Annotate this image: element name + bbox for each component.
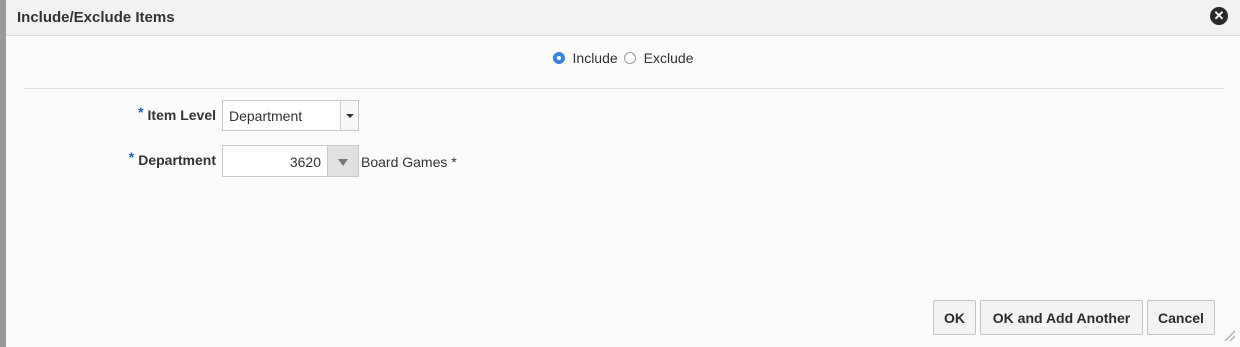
required-marker: * [138, 104, 144, 120]
dialog-title: Include/Exclude Items [17, 9, 175, 26]
department-label-text: Department [138, 152, 216, 168]
include-exclude-radio-group: Include Exclude [6, 48, 1240, 68]
item-level-label-text: Item Level [147, 107, 216, 123]
include-radio-option[interactable]: Include [552, 50, 618, 66]
close-icon[interactable]: ✕ [1210, 7, 1228, 25]
department-label: * Department [96, 149, 216, 168]
include-exclude-dialog: Include/Exclude Items ✕ Include Exclude … [6, 0, 1240, 347]
exclude-radio-option[interactable]: Exclude [623, 50, 694, 66]
department-description: Board Games * [361, 154, 457, 170]
exclude-radio-label: Exclude [643, 50, 694, 66]
item-level-select[interactable]: Department [222, 100, 359, 131]
chevron-down-icon[interactable] [340, 101, 358, 130]
required-marker: * [128, 149, 135, 165]
cancel-button[interactable]: Cancel [1147, 300, 1215, 335]
include-radio-label: Include [572, 50, 618, 66]
exclude-radio[interactable] [623, 52, 636, 64]
department-input[interactable]: 3620 [222, 145, 328, 177]
item-level-value: Department [229, 108, 303, 124]
include-radio[interactable] [552, 52, 565, 64]
section-divider [24, 88, 1224, 89]
item-level-label: * Item Level [106, 104, 216, 123]
resize-handle-icon[interactable] [1221, 327, 1235, 341]
department-value: 3620 [289, 154, 321, 170]
department-dropdown-icon[interactable] [327, 145, 359, 177]
ok-button[interactable]: OK [933, 300, 976, 335]
ok-and-add-another-button[interactable]: OK and Add Another [980, 300, 1143, 335]
dialog-titlebar: Include/Exclude Items ✕ [6, 0, 1240, 36]
